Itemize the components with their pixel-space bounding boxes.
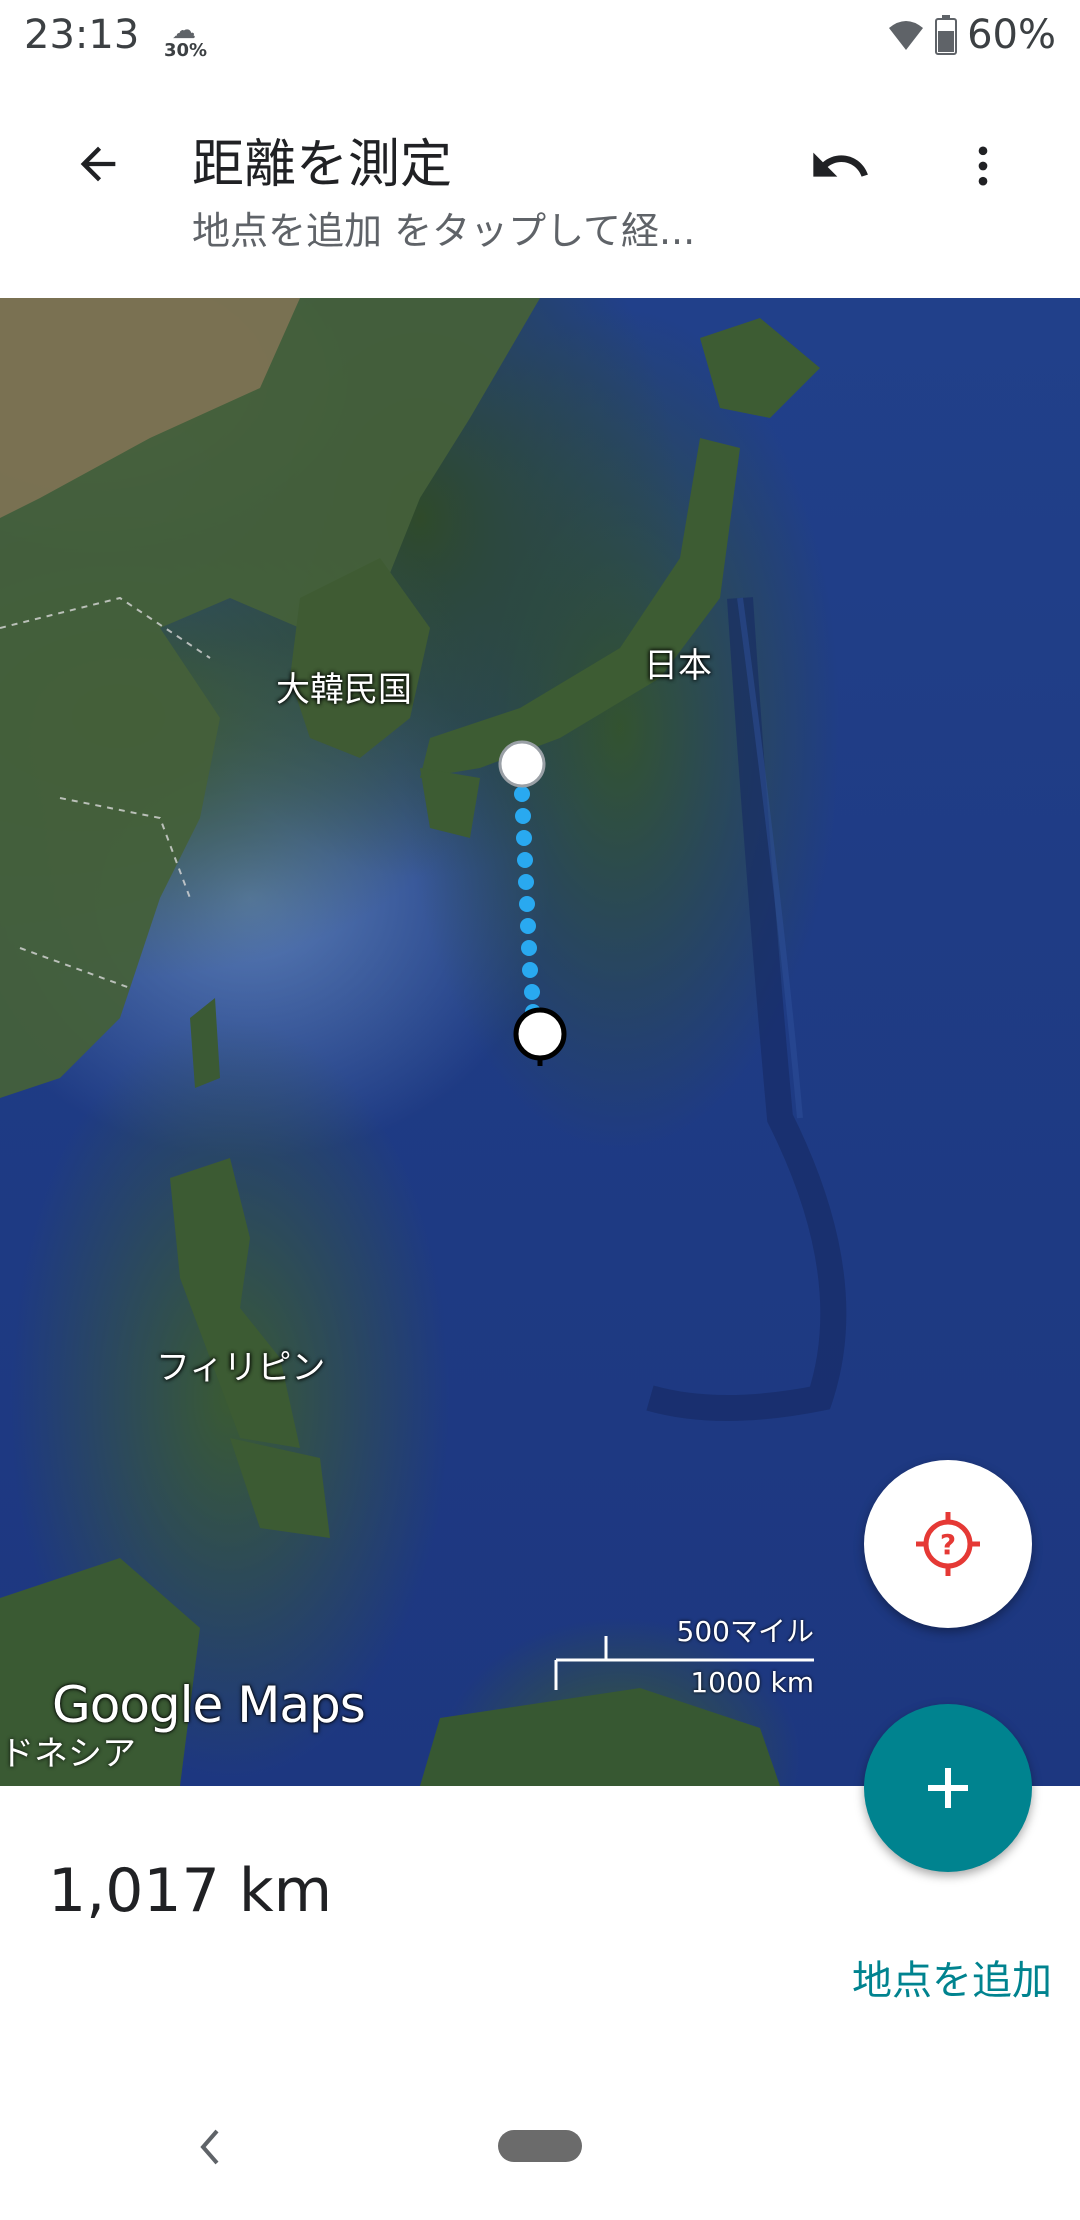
svg-text:?: ? xyxy=(940,1528,956,1561)
start-point-marker xyxy=(498,740,546,788)
undo-icon xyxy=(813,152,868,177)
add-point-fab[interactable] xyxy=(864,1704,1032,1872)
arrow-back-icon xyxy=(80,146,116,182)
map-label-indonesia: ドネシア xyxy=(0,1734,136,1774)
weather-indicator: ☁ 30% xyxy=(164,14,210,64)
wifi-icon xyxy=(889,21,924,50)
my-location-button[interactable]: ? xyxy=(864,1460,1032,1628)
more-options-button[interactable] xyxy=(950,126,1016,206)
status-time: 23:13 xyxy=(24,12,140,58)
battery-percent: 60% xyxy=(967,12,1056,58)
map-scale: 500マイル 1000 km xyxy=(554,1610,814,1720)
status-right: 60% xyxy=(887,12,1056,58)
nav-back-button[interactable] xyxy=(186,2122,232,2172)
battery-icon xyxy=(935,15,958,55)
status-bar: 23:13 ☁ 30% 60% xyxy=(0,0,1080,76)
back-button[interactable] xyxy=(60,126,136,202)
page-subtitle: 地点を追加 をタップして経... xyxy=(192,209,696,253)
add-point-button[interactable]: 地点を追加 xyxy=(852,1948,1052,2006)
page-title: 距離を測定 xyxy=(192,135,453,195)
scale-miles: 500マイル xyxy=(676,1615,814,1648)
total-distance: 1,017 km xyxy=(48,1856,333,1926)
scale-km: 1000 km xyxy=(690,1666,814,1699)
more-vert-icon xyxy=(978,146,988,186)
location-unknown-icon: ? xyxy=(916,1512,980,1576)
chevron-left-icon xyxy=(200,2129,219,2165)
app-bar: 距離を測定 地点を追加 をタップして経... xyxy=(0,76,1080,298)
undo-button[interactable] xyxy=(800,126,880,206)
plus-icon xyxy=(928,1768,968,1808)
weather-percent: 30% xyxy=(164,40,208,61)
crosshair-marker xyxy=(513,1007,567,1066)
nav-home-pill[interactable] xyxy=(498,2130,582,2162)
